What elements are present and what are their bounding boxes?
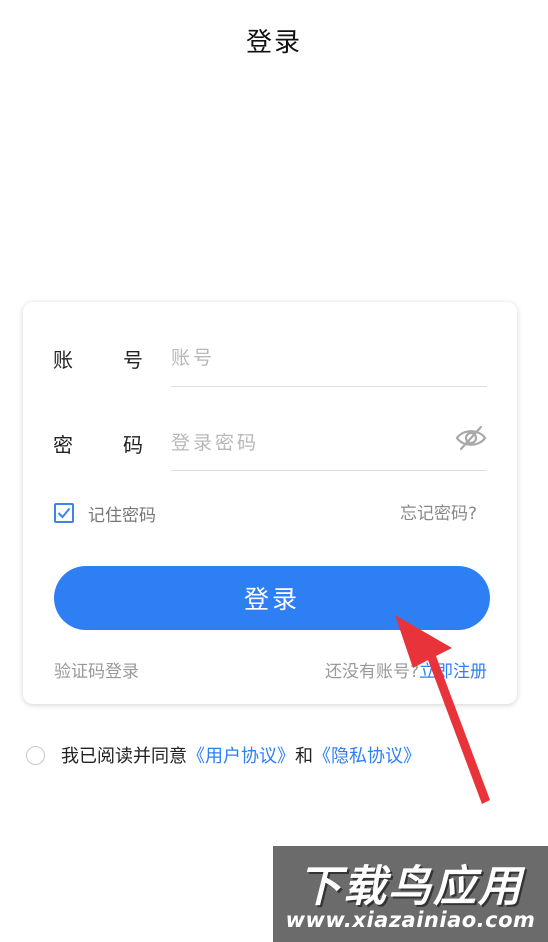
remember-label: 记住密码 (88, 505, 156, 526)
account-label: 账 号 (53, 344, 143, 373)
password-input[interactable] (171, 415, 487, 471)
account-field-row: 账 号 (53, 330, 487, 390)
page-title: 登录 (245, 28, 302, 58)
check-icon (57, 507, 71, 519)
eye-slash-icon[interactable] (455, 424, 487, 452)
password-underline (171, 470, 487, 471)
remember-password[interactable]: 记住密码 (54, 501, 156, 526)
remember-checkbox[interactable] (54, 503, 74, 523)
account-input[interactable] (171, 330, 487, 386)
account-label-char-1: 账 (53, 348, 73, 372)
password-label-char-1: 密 (53, 433, 73, 457)
password-label-char-2: 码 (123, 433, 143, 457)
user-agreement-link[interactable]: 《用户协议》 (187, 742, 295, 768)
password-label: 密 码 (53, 429, 143, 458)
agreement-radio[interactable] (26, 745, 45, 765)
watermark-title: 下载鸟应用 (298, 862, 523, 912)
agreement-prefix: 我已阅读并同意 (61, 746, 187, 767)
watermark-url: www.xiazainiao.com (285, 908, 536, 932)
agreement-row: 我已阅读并同意 《用户协议》和《隐私协议》 (26, 742, 421, 768)
forgot-password-link[interactable]: 忘记密码? (400, 499, 477, 524)
password-field-row: 密 码 (53, 415, 487, 475)
sms-login-link[interactable]: 验证码登录 (54, 657, 139, 682)
account-label-char-2: 号 (123, 348, 143, 372)
red-arrow-icon (395, 615, 490, 804)
watermark-logo: 下载鸟应用 www.xiazainiao.com (273, 846, 548, 942)
account-underline (171, 386, 487, 387)
agreement-conjunction: 和 (295, 746, 313, 767)
